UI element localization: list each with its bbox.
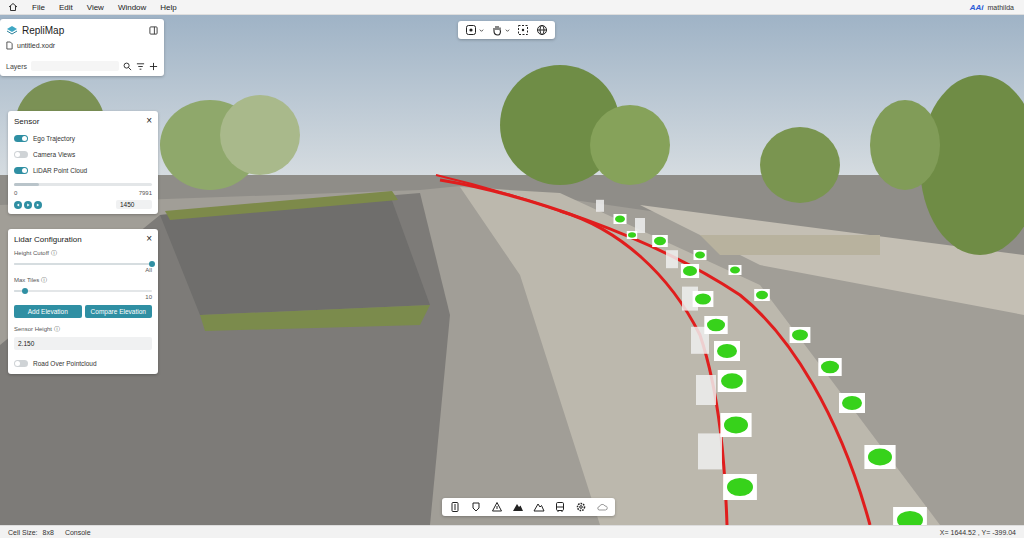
lidar-panel: Lidar Configuration × Height Cutoff ⓘ All Ma… — [8, 229, 158, 374]
toggle-row: LiDAR Point Cloud — [14, 164, 152, 176]
toggle-label: LiDAR Point Cloud — [33, 167, 87, 174]
layers-label: Layers — [6, 63, 27, 70]
project-panel: RepliMap untitled.xodr Layers — [0, 19, 164, 76]
chevron-down-icon[interactable] — [505, 28, 510, 33]
menu-bar: File Edit View Window Help AAi mathilda — [0, 0, 1024, 15]
slider-track[interactable] — [14, 263, 152, 265]
map-viewport[interactable]: RepliMap untitled.xodr Layers Sensor × Ego Tr… — [0, 15, 1024, 525]
panel-title: Lidar Configuration — [14, 235, 82, 244]
menu-item[interactable]: Window — [118, 3, 146, 12]
add-icon[interactable] — [149, 62, 158, 71]
terrain-icon[interactable] — [512, 501, 524, 513]
app-title: RepliMap — [22, 25, 64, 36]
home-icon[interactable] — [8, 2, 18, 12]
sensor-panel: Sensor × Ego Trajectory Camera Views LiDAR P… — [8, 111, 158, 214]
file-name[interactable]: untitled.xodr — [17, 42, 55, 49]
play-icon[interactable] — [24, 201, 32, 209]
view-toolbar — [458, 21, 555, 39]
toggle-label: Ego Trajectory — [33, 135, 75, 142]
frame-input[interactable]: 1450 — [116, 200, 152, 209]
cell-size-label: Cell Size: — [8, 529, 38, 536]
sensor-height-input[interactable]: 2.150 — [14, 337, 152, 350]
slider-end-label: All — [145, 267, 152, 273]
brand-name: mathilda — [988, 4, 1014, 11]
toggle-switch[interactable] — [14, 151, 28, 158]
toggle-switch[interactable] — [14, 135, 28, 142]
replimap-logo-icon — [6, 24, 18, 36]
previous-icon[interactable] — [14, 201, 22, 209]
filter-icon[interactable] — [136, 62, 145, 71]
chevron-down-icon[interactable] — [479, 28, 484, 33]
elevation-button[interactable]: Compare Elevation — [85, 305, 153, 318]
status-bar: Cell Size: 8x8 Console X= 1644.52 , Y= -399… — [0, 525, 1024, 538]
menu-item[interactable]: Edit — [59, 3, 73, 12]
console-tab[interactable]: Console — [65, 529, 91, 536]
sensor-height-label: Sensor Height ⓘ — [14, 325, 152, 334]
panel-title: Sensor — [14, 117, 39, 126]
cell-size-value[interactable]: 8x8 — [43, 529, 54, 536]
menu-item[interactable]: File — [32, 3, 45, 12]
slider-max: 7991 — [139, 190, 152, 196]
next-icon[interactable] — [34, 201, 42, 209]
search-icon[interactable] — [123, 62, 132, 71]
toggle-switch[interactable] — [14, 167, 28, 174]
menu-item[interactable]: Help — [160, 3, 176, 12]
toggle-switch[interactable] — [14, 360, 28, 367]
frame-slider[interactable] — [14, 183, 152, 186]
info-icon[interactable]: ⓘ — [54, 326, 60, 332]
bus-icon[interactable] — [554, 501, 566, 513]
slider-label: Max Tiles ⓘ — [14, 276, 152, 285]
cursor-coordinates: X= 1644.52 , Y= -399.04 — [940, 529, 1016, 536]
gear-icon[interactable] — [575, 501, 587, 513]
slider-min: 0 — [14, 190, 17, 196]
sidebar-toggle-icon[interactable] — [149, 26, 158, 35]
focus-icon[interactable] — [465, 24, 477, 36]
brand-logo: AAi — [970, 3, 984, 12]
layers-search-field[interactable] — [31, 61, 119, 71]
elevation-icon[interactable] — [533, 501, 545, 513]
slider-track[interactable] — [14, 290, 152, 292]
cloud-icon[interactable] — [596, 501, 608, 513]
object-icon[interactable] — [470, 501, 482, 513]
tools-toolbar — [442, 498, 615, 516]
toggle-label: Road Over Pointcloud — [33, 360, 97, 367]
road-icon[interactable] — [491, 501, 503, 513]
elevation-button[interactable]: Add Elevation — [14, 305, 82, 318]
hand-icon[interactable] — [491, 24, 503, 36]
select-icon[interactable] — [517, 24, 529, 36]
globe-icon[interactable] — [536, 24, 548, 36]
slider-end-label: 10 — [145, 294, 152, 300]
replimap-app: File Edit View Window Help AAi mathilda RepliMa… — [0, 0, 1024, 538]
toggle-row: Ego Trajectory — [14, 132, 152, 144]
config-slider: Max Tiles ⓘ 10 — [14, 276, 152, 300]
info-icon[interactable]: ⓘ — [51, 250, 57, 256]
toggle-label: Camera Views — [33, 151, 75, 158]
panel-icon[interactable] — [449, 501, 461, 513]
toggle-row: Camera Views — [14, 148, 152, 160]
info-icon[interactable]: ⓘ — [41, 277, 47, 283]
slider-label: Height Cutoff ⓘ — [14, 249, 152, 258]
config-slider: Height Cutoff ⓘ All — [14, 249, 152, 273]
menu-item[interactable]: View — [87, 3, 104, 12]
close-button[interactable]: × — [146, 116, 152, 126]
file-icon — [6, 41, 13, 50]
close-button[interactable]: × — [146, 234, 152, 244]
